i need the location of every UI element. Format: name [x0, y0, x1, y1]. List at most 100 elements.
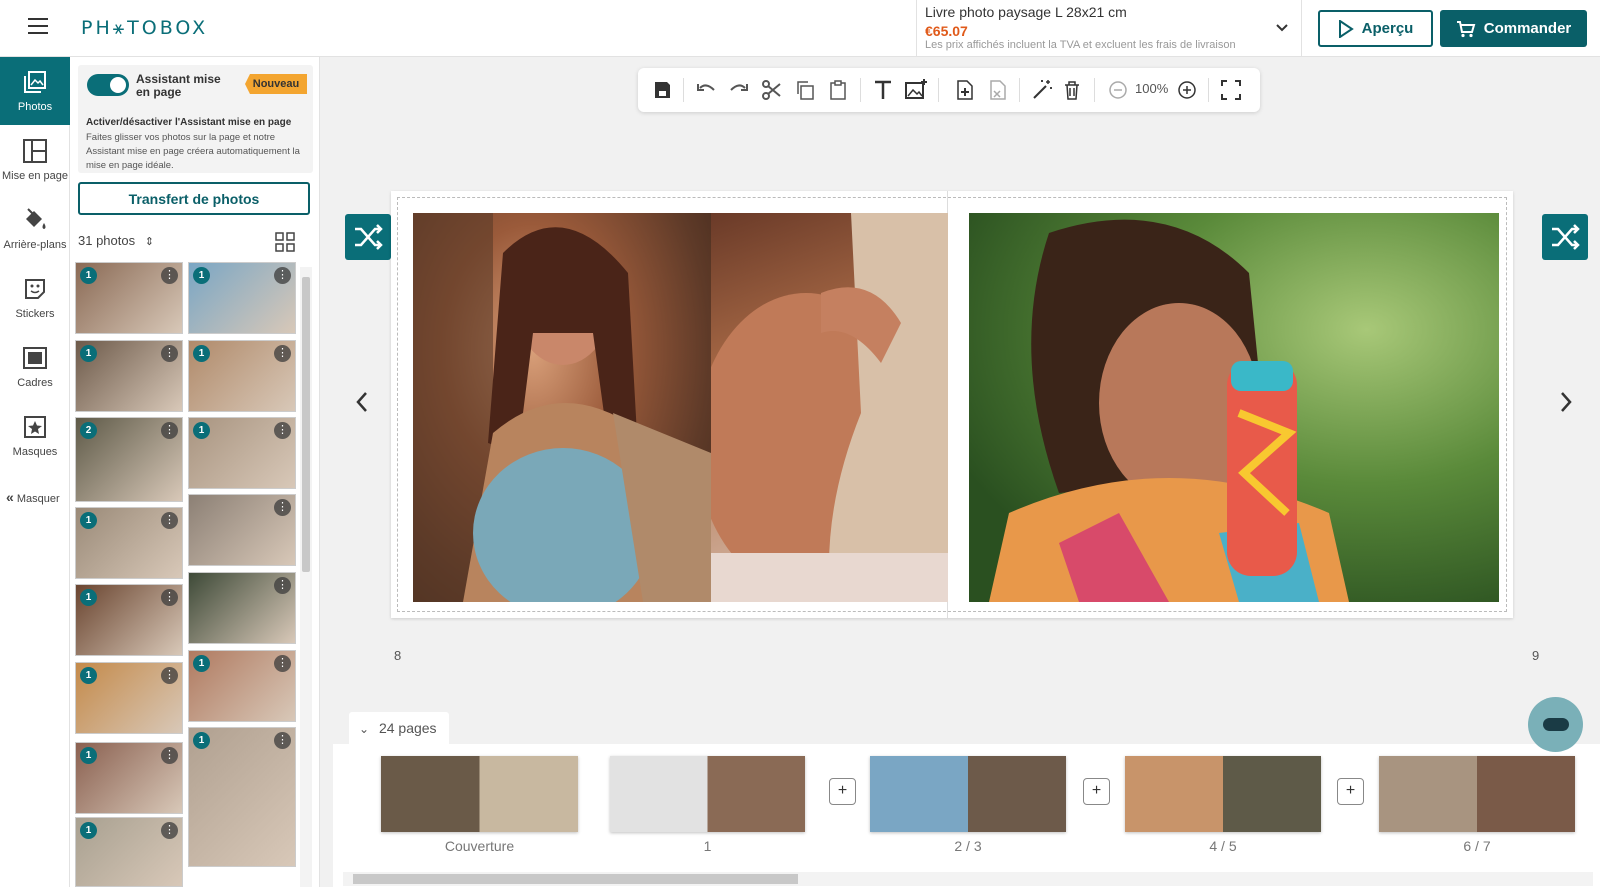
- chevron-down-icon[interactable]: [1275, 20, 1289, 36]
- chat-button[interactable]: [1528, 697, 1583, 752]
- layout-icon: [23, 139, 47, 163]
- preview-button[interactable]: Aperçu: [1318, 10, 1433, 47]
- photo-thumbnail[interactable]: 1 ⋮: [188, 340, 296, 412]
- nav-photos-label: Photos: [17, 101, 53, 113]
- layout-assistant-box: Assistant mise en page Nouveau Activer/d…: [78, 65, 313, 173]
- hide-label: Masquer: [16, 493, 60, 505]
- zoom-in-icon[interactable]: [1175, 78, 1199, 102]
- photo-thumbnail[interactable]: 1 ⋮: [188, 727, 296, 867]
- assistant-toggle[interactable]: [87, 74, 129, 96]
- nav-photos[interactable]: Photos: [0, 57, 70, 125]
- more-options-icon[interactable]: ⋮: [161, 267, 178, 284]
- shuffle-right-button[interactable]: [1542, 214, 1588, 260]
- more-options-icon[interactable]: ⋮: [161, 345, 178, 362]
- zoom-out-icon[interactable]: [1106, 78, 1130, 102]
- photo-thumbnail[interactable]: 1 ⋮: [75, 340, 183, 412]
- nav-backgrounds[interactable]: Arrière-plans: [0, 195, 70, 263]
- photo-scrollbar[interactable]: [300, 267, 312, 887]
- usage-count-badge: 1: [80, 589, 97, 606]
- more-options-icon[interactable]: ⋮: [161, 422, 178, 439]
- nav-frames[interactable]: Cadres: [0, 333, 70, 401]
- more-options-icon[interactable]: ⋮: [274, 267, 291, 284]
- page-thumb-4-5[interactable]: [1125, 756, 1321, 832]
- photo-thumbnail[interactable]: 1 ⋮: [75, 742, 183, 814]
- pages-toggle[interactable]: ⌄ 24 pages: [349, 712, 449, 744]
- page-spread: [391, 191, 1513, 618]
- undo-icon[interactable]: [694, 78, 718, 102]
- photo-thumbnail[interactable]: 1 ⋮: [75, 584, 183, 656]
- more-options-icon[interactable]: ⋮: [274, 655, 291, 672]
- more-options-icon[interactable]: ⋮: [274, 499, 291, 516]
- photo-pregnant-woman-smiling[interactable]: [413, 213, 711, 602]
- copy-icon[interactable]: [793, 78, 817, 102]
- photo-thumbnail[interactable]: 1 ⋮: [75, 262, 183, 334]
- more-options-icon[interactable]: ⋮: [274, 422, 291, 439]
- nav-stickers[interactable]: Stickers: [0, 264, 70, 332]
- hide-panel-button[interactable]: « Masquer: [6, 489, 60, 505]
- magic-wand-icon[interactable]: [1030, 78, 1054, 102]
- nav-masks[interactable]: Masques: [0, 402, 70, 470]
- usage-count-badge: 1: [80, 822, 97, 839]
- page-thumb-6-7[interactable]: [1379, 756, 1575, 832]
- photo-woman-drinking[interactable]: [969, 213, 1499, 602]
- left-page-number: 8: [394, 648, 402, 663]
- cut-icon[interactable]: [760, 78, 784, 102]
- more-options-icon[interactable]: ⋮: [161, 822, 178, 839]
- shuffle-left-button[interactable]: [345, 214, 391, 260]
- image-add-icon[interactable]: [904, 78, 928, 102]
- photo-thumbnail[interactable]: 1 ⋮: [75, 817, 183, 887]
- photo-thumbnail[interactable]: 1 ⋮: [75, 507, 183, 579]
- nav-stickers-label: Stickers: [15, 308, 55, 320]
- shuffle-icon: [1552, 224, 1580, 250]
- photo-thumbnail[interactable]: 1 ⋮: [75, 662, 183, 734]
- page-thumb-2-3[interactable]: [870, 756, 1066, 832]
- page-thumb-label: 1: [703, 838, 712, 854]
- product-selector[interactable]: Livre photo paysage L 28x21 cm €65.07 Le…: [916, 0, 1302, 56]
- page-thumb-cover[interactable]: [381, 756, 578, 832]
- grid-view-icon[interactable]: [275, 232, 295, 252]
- transfer-photos-button[interactable]: Transfert de photos: [78, 182, 310, 215]
- previous-page-button[interactable]: [354, 390, 370, 421]
- logo[interactable]: PH⚹TOBOX: [81, 17, 208, 39]
- more-options-icon[interactable]: ⋮: [161, 512, 178, 529]
- photo-thumbnail[interactable]: ⋮: [188, 494, 296, 566]
- page-thumb-1[interactable]: [610, 756, 805, 832]
- photo-thumbnail[interactable]: 1 ⋮: [188, 417, 296, 489]
- photo-thumbnail[interactable]: 2 ⋮: [75, 417, 183, 502]
- add-pages-button[interactable]: +: [829, 778, 856, 805]
- add-page-icon[interactable]: [952, 78, 976, 102]
- text-icon[interactable]: [871, 78, 895, 102]
- photo-thumbnail[interactable]: ⋮: [188, 572, 296, 644]
- chevron-left-icon: [356, 392, 367, 412]
- pages-scrollbar[interactable]: [343, 872, 1593, 886]
- product-price: €65.07: [925, 23, 968, 39]
- nav-layout[interactable]: Mise en page: [0, 126, 70, 194]
- more-options-icon[interactable]: ⋮: [161, 667, 178, 684]
- more-options-icon[interactable]: ⋮: [161, 747, 178, 764]
- fullscreen-icon[interactable]: [1219, 78, 1243, 102]
- product-name: Livre photo paysage L 28x21 cm: [925, 4, 1127, 20]
- add-pages-button[interactable]: +: [1083, 778, 1110, 805]
- usage-count-badge: 2: [80, 422, 97, 439]
- photo-thumbnail[interactable]: 1 ⋮: [188, 262, 296, 334]
- more-options-icon[interactable]: ⋮: [274, 732, 291, 749]
- delete-icon[interactable]: [1060, 78, 1084, 102]
- more-options-icon[interactable]: ⋮: [274, 577, 291, 594]
- menu-icon[interactable]: [28, 18, 48, 34]
- remove-page-icon[interactable]: [985, 78, 1009, 102]
- more-options-icon[interactable]: ⋮: [274, 345, 291, 362]
- order-label: Commander: [1483, 20, 1572, 37]
- paste-icon[interactable]: [826, 78, 850, 102]
- more-options-icon[interactable]: ⋮: [161, 589, 178, 606]
- photo-pregnant-belly-closeup[interactable]: [711, 213, 948, 602]
- add-pages-button[interactable]: +: [1337, 778, 1364, 805]
- photo-thumbnail[interactable]: 1 ⋮: [188, 650, 296, 722]
- page-thumb-label: Couverture: [444, 838, 515, 854]
- usage-count-badge: 1: [193, 655, 210, 672]
- save-icon[interactable]: [650, 78, 674, 102]
- order-button[interactable]: Commander: [1440, 10, 1587, 47]
- redo-icon[interactable]: [727, 78, 751, 102]
- zoom-level: 100%: [1135, 81, 1169, 96]
- photo-count-sort[interactable]: 31 photos ⇕: [78, 233, 154, 248]
- next-page-button[interactable]: [1558, 390, 1574, 421]
